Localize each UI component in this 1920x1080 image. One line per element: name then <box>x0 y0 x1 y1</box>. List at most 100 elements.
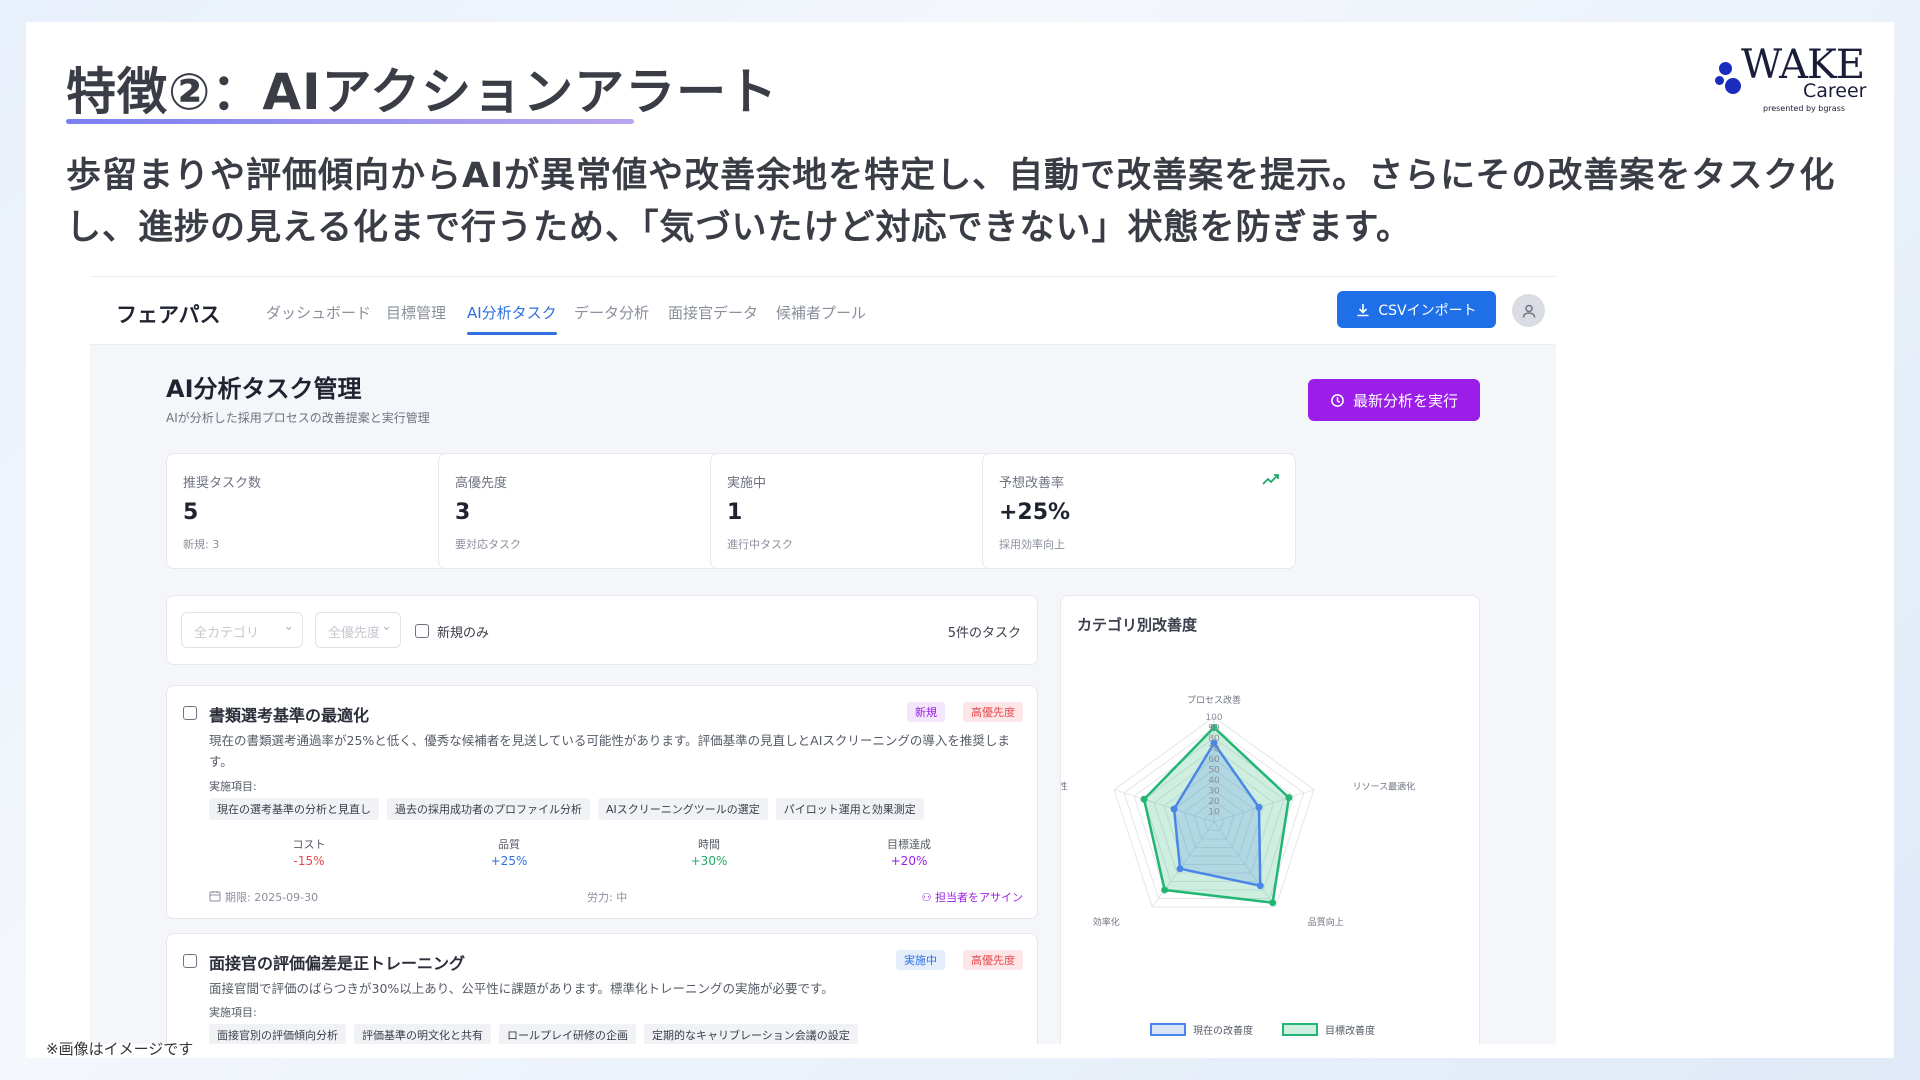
assign-button[interactable]: ⚇ 担当者をアサイン <box>922 889 1023 905</box>
task-checkbox[interactable] <box>183 706 197 720</box>
app-screenshot: フェアパス ダッシュボード 目標管理 AI分析タスク データ分析 面接官データ … <box>90 276 1556 1044</box>
task-item: 面接官別の評価傾向分析 <box>209 1024 346 1044</box>
user-icon <box>1522 304 1535 318</box>
task-deadline: 期限: 2025-09-30 <box>225 891 319 904</box>
radar-category-label: 品質向上 <box>1308 916 1344 928</box>
tab-interviewer-data[interactable]: 面接官データ <box>668 302 758 323</box>
task-item: ロールプレイ研修の企画 <box>499 1024 636 1044</box>
items-label: 実施項目: <box>209 1006 257 1019</box>
logo-career: Career <box>1803 80 1867 102</box>
metric-goal: 目標達成 +20% <box>887 838 931 868</box>
tab-goals[interactable]: 目標管理 <box>386 302 446 323</box>
run-analysis-label: 最新分析を実行 <box>1352 391 1458 410</box>
legend-swatch <box>1282 1023 1318 1036</box>
radar-point <box>1285 794 1293 802</box>
stat-card-improvement: 予想改善率 +25% 採用効率向上 <box>982 453 1296 569</box>
tab-ai-tasks[interactable]: AI分析タスク <box>467 302 557 335</box>
title-underline <box>66 119 634 124</box>
task-description: 面接官間で評価のばらつきが30%以上あり、公平性に課題があります。標準化トレーニ… <box>209 981 834 996</box>
tab-dashboard[interactable]: ダッシュボード <box>266 302 371 323</box>
radar-tick-label: 20 <box>1208 797 1220 807</box>
wake-career-logo: WAKE Career presented by bgrass <box>1715 42 1867 113</box>
badge-high-priority: 高優先度 <box>963 950 1023 970</box>
radar-point <box>1256 882 1264 890</box>
refresh-icon <box>1331 393 1344 407</box>
task-items: 面接官別の評価傾向分析 評価基準の明文化と共有 ロールプレイ研修の企画 定期的な… <box>209 1024 858 1044</box>
legend-swatch <box>1150 1023 1186 1036</box>
task-item: 現在の選考基準の分析と見直し <box>209 798 379 820</box>
image-note: ※画像はイメージです <box>46 1040 194 1058</box>
csv-import-button[interactable]: CSVインポート <box>1337 291 1496 328</box>
radar-tick-label: 60 <box>1208 755 1220 765</box>
radar-point <box>1161 886 1169 894</box>
filter-bar: 全カテゴリ 全優先度 新規のみ 5件のタスク <box>166 595 1038 665</box>
task-item: 過去の採用成功者のプロファイル分析 <box>387 798 590 820</box>
radar-chart: 102030405060708090100 プロセス改善リソース最適化品質向上 効率… <box>1061 694 1416 1037</box>
priority-select[interactable]: 全優先度 <box>315 612 401 648</box>
radar-tick-label: 40 <box>1208 776 1220 786</box>
radar-point <box>1269 899 1277 907</box>
radar-tick-label: 30 <box>1208 787 1220 797</box>
task-item: 定期的なキャリブレーション会議の設定 <box>644 1024 858 1044</box>
stat-value: +25% <box>999 500 1071 525</box>
stat-sub: 進行中タスク <box>727 538 793 551</box>
calendar-icon <box>209 891 221 902</box>
logo-dots-icon <box>1715 60 1743 96</box>
task-effort: 労力: 中 <box>587 891 628 904</box>
task-title: 書類選考基準の最適化 <box>209 706 370 725</box>
lead-text: 歩留まりや評価傾向からAIが異常値や改善余地を特定し、自動で改善案を提示。さらに… <box>66 156 1836 248</box>
stat-sub: 採用効率向上 <box>999 538 1065 551</box>
radar-category-label: 効率化 <box>1093 916 1120 928</box>
radar-tick-label: 80 <box>1208 734 1220 744</box>
category-select[interactable]: 全カテゴリ <box>181 612 303 648</box>
page-title: AI分析タスク管理 <box>166 375 362 403</box>
task-item: AIスクリーニングツールの選定 <box>598 798 768 820</box>
tab-data-analysis[interactable]: データ分析 <box>574 302 649 323</box>
task-checkbox[interactable] <box>183 954 197 968</box>
radar-point <box>1140 795 1148 803</box>
legend-label: 現在の改善度 <box>1193 1024 1253 1037</box>
legend-label: 目標改善度 <box>1325 1024 1375 1037</box>
radar-tick-label: 70 <box>1208 745 1220 755</box>
metric-time: 時間 +30% <box>690 838 728 868</box>
metric-quality: 品質 +25% <box>490 838 528 868</box>
task-items: 現在の選考基準の分析と見直し 過去の採用成功者のプロファイル分析 AIスクリーニ… <box>209 798 924 820</box>
radar-title: カテゴリ別改善度 <box>1077 616 1198 634</box>
task-card[interactable]: 書類選考基準の最適化 新規 高優先度 現在の書類選考通過率が25%と低く、優秀な… <box>166 685 1038 919</box>
task-count: 5件のタスク <box>947 626 1021 641</box>
radar-point <box>1255 803 1263 811</box>
run-analysis-button[interactable]: 最新分析を実行 <box>1308 379 1480 421</box>
stat-sub: 新規: 3 <box>183 538 220 551</box>
tab-candidate-pool[interactable]: 候補者プール <box>776 302 866 323</box>
stat-label: 高優先度 <box>455 476 508 491</box>
metric-cost: コスト -15% <box>292 838 326 868</box>
task-description: 現在の書類選考通過率が25%と低く、優秀な候補者を見送している可能性があります。… <box>209 733 1010 769</box>
new-only-label: 新規のみ <box>437 626 490 641</box>
csv-import-label: CSVインポート <box>1378 302 1477 319</box>
stat-card-recommended: 推奨タスク数 5 新規: 3 <box>166 453 480 569</box>
radar-tick-label: 50 <box>1208 766 1220 776</box>
stat-value: 1 <box>727 500 743 525</box>
stat-label: 実施中 <box>727 476 767 491</box>
radar-category-label: リソース最適化 <box>1353 781 1416 793</box>
stat-value: 3 <box>455 500 471 525</box>
top-nav: フェアパス ダッシュボード 目標管理 AI分析タスク データ分析 面接官データ … <box>90 277 1556 345</box>
stat-card-high-priority: 高優先度 3 要対応タスク <box>438 453 752 569</box>
task-item: パイロット運用と効果測定 <box>775 798 924 820</box>
download-icon <box>1357 303 1369 316</box>
app-brand[interactable]: フェアパス <box>116 299 221 329</box>
radar-card: カテゴリ別改善度 10 20 30 40 50 60 70 80 90 100 プロセス改善 リソース… <box>1060 595 1480 1044</box>
radar-point <box>1176 865 1184 873</box>
user-avatar[interactable] <box>1512 294 1545 327</box>
new-only-checkbox[interactable] <box>415 624 429 638</box>
radar-category-label: プロセス改善 <box>1187 694 1241 706</box>
badge-new: 新規 <box>907 702 945 722</box>
task-card[interactable]: 面接官の評価偏差是正トレーニング 実施中 高優先度 面接官間で評価のばらつきが3… <box>166 933 1038 1044</box>
task-title: 面接官の評価偏差是正トレーニング <box>209 954 466 973</box>
trend-up-icon <box>1262 474 1279 485</box>
assign-label: 担当者をアサイン <box>935 891 1023 904</box>
badge-in-progress: 実施中 <box>896 950 945 970</box>
radar-tick-label: 100 <box>1205 713 1222 723</box>
stat-label: 予想改善率 <box>999 476 1065 491</box>
radar-category-label: 多様性 <box>1061 781 1068 793</box>
